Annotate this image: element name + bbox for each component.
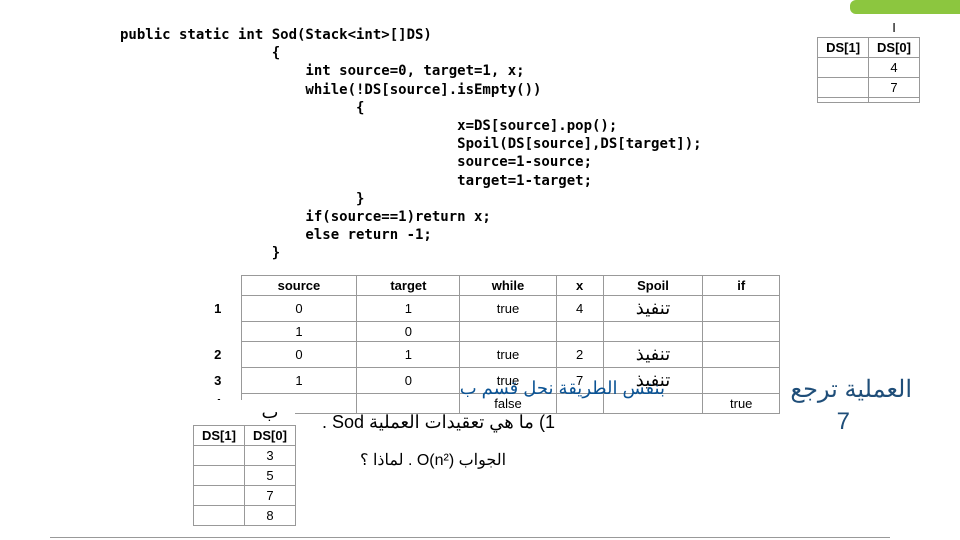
right-table-header: I	[869, 18, 920, 38]
cell: 2	[556, 342, 603, 368]
bottom-col-ds1: DS[1]	[194, 426, 245, 446]
cell: تنفيذ	[603, 296, 703, 322]
cell	[703, 368, 780, 394]
cell: 7	[244, 486, 295, 506]
cell	[818, 98, 869, 103]
row-label: 1	[195, 296, 241, 322]
row-label	[195, 322, 241, 342]
code-block: public static int Sod(Stack<int>[]DS) { …	[120, 26, 702, 262]
cell	[194, 486, 245, 506]
right-col-ds0: DS[0]	[869, 38, 920, 58]
th	[195, 276, 241, 296]
row-label: 3	[195, 368, 241, 394]
cell	[194, 446, 245, 466]
th: x	[556, 276, 603, 296]
cell: 8	[244, 506, 295, 526]
cell: تنفيذ	[603, 342, 703, 368]
corner-decoration	[850, 0, 960, 14]
cell: 1	[357, 296, 460, 322]
th: target	[357, 276, 460, 296]
cell: 4	[869, 58, 920, 78]
th: while	[460, 276, 556, 296]
cell: 1	[241, 368, 357, 394]
question-2: الجواب O(n²) . لماذا ؟	[360, 450, 506, 470]
bottom-header-b: ب	[244, 400, 295, 426]
cell	[460, 322, 556, 342]
q1-prefix: 1)	[539, 412, 555, 432]
q1-text: ما هي تعقيدات العملية Sod .	[322, 412, 534, 432]
cell	[194, 506, 245, 526]
bottom-ds-table: ب DS[1] DS[0] 3 5 7 8	[193, 400, 296, 526]
cell: 0	[357, 322, 460, 342]
return-text: العملية ترجع	[790, 375, 912, 404]
cell: 4	[556, 296, 603, 322]
right-ds-table: I DS[1] DS[0] 4 7	[817, 18, 920, 103]
cell: true	[460, 342, 556, 368]
bottom-col-ds0: DS[0]	[244, 426, 295, 446]
cell	[818, 78, 869, 98]
cell: 0	[241, 296, 357, 322]
th: source	[241, 276, 357, 296]
cell	[818, 58, 869, 78]
cell	[869, 98, 920, 103]
return-value: 7	[837, 408, 850, 436]
question-1: 1) ما هي تعقيدات العملية Sod .	[322, 412, 555, 433]
th: if	[703, 276, 780, 296]
right-col-ds1: DS[1]	[818, 38, 869, 58]
cell	[703, 342, 780, 368]
cell	[703, 322, 780, 342]
cell: 0	[241, 342, 357, 368]
cell: 5	[244, 466, 295, 486]
cell: 7	[869, 78, 920, 98]
bottom-separator	[50, 537, 890, 538]
cell: 3	[244, 446, 295, 466]
cell: 1	[241, 322, 357, 342]
cell: true	[460, 296, 556, 322]
cell	[603, 322, 703, 342]
row-label: 2	[195, 342, 241, 368]
cell	[556, 322, 603, 342]
cell	[703, 296, 780, 322]
heading-part-b: بنفس الطريقة نحل قسم ب	[355, 378, 665, 399]
cell	[194, 466, 245, 486]
th: Spoil	[603, 276, 703, 296]
cell: 1	[357, 342, 460, 368]
cell: true	[703, 394, 780, 414]
